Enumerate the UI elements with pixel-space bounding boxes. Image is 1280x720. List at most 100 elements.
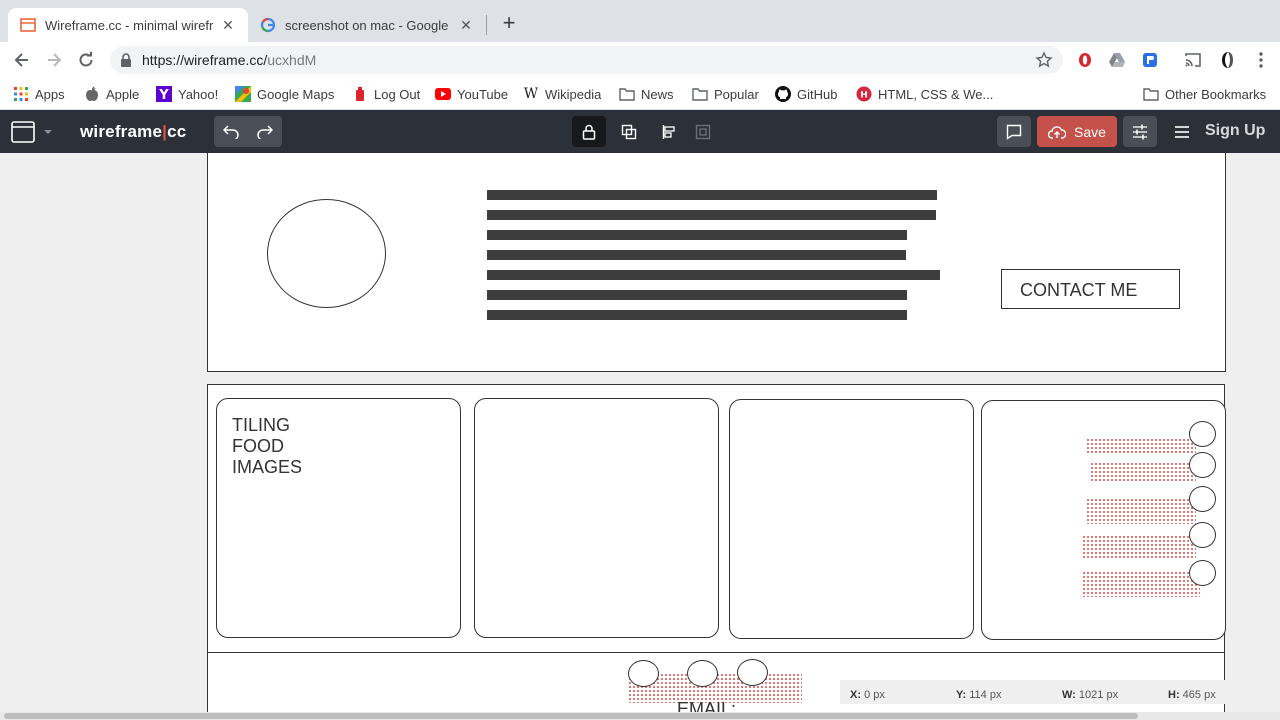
menu-kebab-icon[interactable] [1252,51,1270,69]
bookmark-popular[interactable]: Popular [692,84,759,104]
x-readout: X: 0 px [850,689,885,701]
close-icon[interactable]: ✕ [220,17,236,34]
bookmark-label: Other Bookmarks [1165,86,1267,102]
bookmark-youtube[interactable]: YouTube [435,84,508,104]
app-logo[interactable]: wireframe|cc [80,122,186,142]
save-label: Save [1074,123,1106,140]
bookmark-label: YouTube [457,86,509,102]
sign-up-link[interactable]: Sign Up [1205,122,1265,140]
align-tool-icon[interactable] [652,116,686,147]
opera-extension-icon[interactable] [1076,51,1094,69]
bookmark-label: Yahoo! [178,86,219,102]
folder-icon [692,86,708,102]
bookmark-star-icon[interactable] [1035,51,1053,69]
wf-text-line[interactable] [487,270,940,280]
svg-text:H: H [860,91,868,101]
logout-icon [352,86,368,102]
wf-tile-card[interactable] [729,399,974,639]
bookmark-apps[interactable]: Apps [13,84,65,104]
bookmark-apple[interactable]: Apple [84,84,139,104]
w-readout: W: 1021 px [1062,689,1119,701]
wireframe-app-bar: wireframe|cc Save Sign Up [0,110,1280,153]
tab-wireframe[interactable]: Wireframe.cc - minimal wirefra ✕ [8,8,248,42]
close-icon[interactable]: ✕ [458,17,474,34]
back-icon[interactable] [10,48,34,72]
save-button[interactable]: Save [1037,116,1117,147]
bookmark-github[interactable]: GitHub [775,84,837,104]
settings-sliders-icon[interactable] [1123,116,1157,147]
lock-icon [121,53,131,67]
cast-icon[interactable] [1184,51,1202,69]
wf-avatar-circle[interactable] [267,199,386,308]
reload-icon[interactable] [74,48,98,72]
wf-contact-button[interactable]: CONTACT ME [1001,269,1180,309]
wf-tiling-text[interactable]: TILING FOOD IMAGES [232,415,302,478]
blue-extension-icon[interactable] [1141,51,1159,69]
horizontal-scrollbar[interactable] [0,712,1280,720]
bookmark-label: Popular [714,86,759,102]
wf-dotted-bar[interactable] [1082,535,1196,559]
bookmark-label: Log Out [374,86,421,102]
url-text: https://wireframe.cc/ucxhdM [142,52,317,68]
bookmark-yahoo[interactable]: Y Yahoo! [156,84,218,104]
hamburger-menu-icon[interactable] [1170,121,1194,143]
wf-text-line[interactable] [487,250,906,260]
folder-icon [619,86,635,102]
bookmark-html-css[interactable]: H HTML, CSS & We... [856,84,993,104]
wf-tile-card[interactable] [474,398,719,638]
duplicate-tool-icon[interactable] [612,116,646,147]
wf-small-circle[interactable] [1189,421,1216,447]
wf-text-line[interactable] [487,290,907,300]
wf-text-line[interactable] [487,210,936,220]
undo-icon[interactable] [214,116,248,147]
forward-icon[interactable] [42,48,66,72]
wf-text-line[interactable] [487,310,907,320]
bookmark-label: GitHub [797,86,838,102]
window-icon [11,121,35,143]
wf-small-circle[interactable] [1189,522,1216,548]
bookmarks-bar: Apps Apple Y Yahoo! Google Maps Log Out … [0,78,1280,110]
group-tool-icon[interactable] [686,116,720,147]
wf-small-circle[interactable] [1189,486,1216,512]
bookmark-google-maps[interactable]: Google Maps [235,84,334,104]
wf-text-line[interactable] [487,190,937,200]
bookmark-label: Apple [106,86,140,102]
wf-dotted-bar[interactable] [1086,498,1196,524]
bookmark-wikipedia[interactable]: W Wikipedia [523,84,602,104]
tab-google-search[interactable]: screenshot on mac - Google Se ✕ [248,8,486,42]
selection-info: X: 0 px Y: 114 px W: 1021 px H: 465 px [840,680,1270,704]
maps-icon [235,86,251,102]
page-menu-button[interactable] [10,121,54,143]
wf-dotted-bar[interactable] [1086,438,1196,455]
wf-social-circle[interactable] [687,660,718,687]
wf-social-circle[interactable] [737,659,768,686]
lock-tool-icon[interactable] [572,116,606,147]
wf-dotted-bar[interactable] [1090,462,1196,481]
wf-social-circle[interactable] [628,660,659,687]
bookmark-other[interactable]: Other Bookmarks [1143,84,1266,104]
comment-icon[interactable] [997,116,1031,147]
bookmark-news[interactable]: News [619,84,674,104]
profile-extension-icon[interactable] [1218,51,1236,69]
new-tab-icon[interactable]: + [498,12,520,34]
tab-title: screenshot on mac - Google Se [285,17,452,33]
wf-small-circle[interactable] [1189,560,1216,586]
y-readout: Y: 114 px [956,689,1002,701]
address-bar[interactable]: https://wireframe.cc/ucxhdM [110,46,1063,74]
wikipedia-icon: W [523,86,539,102]
redo-icon[interactable] [248,116,282,147]
tab-separator [486,15,487,35]
bookmark-label: Apps [35,86,65,102]
wf-dotted-bar[interactable] [1082,571,1200,597]
drive-extension-icon[interactable] [1108,51,1126,69]
wf-small-circle[interactable] [1189,452,1216,478]
wireframe-canvas[interactable]: CONTACT ME TILING FOOD IMAGES EMAIL: [0,153,1280,720]
bookmark-label: Wikipedia [545,86,602,102]
yahoo-icon: Y [156,86,172,102]
scrollbar-thumb[interactable] [4,713,1138,719]
wf-text-line[interactable] [487,230,907,240]
bookmark-log-out[interactable]: Log Out [352,84,420,104]
bookmark-label: Google Maps [257,86,335,102]
apple-icon [84,86,100,102]
folder-icon [1143,86,1159,102]
